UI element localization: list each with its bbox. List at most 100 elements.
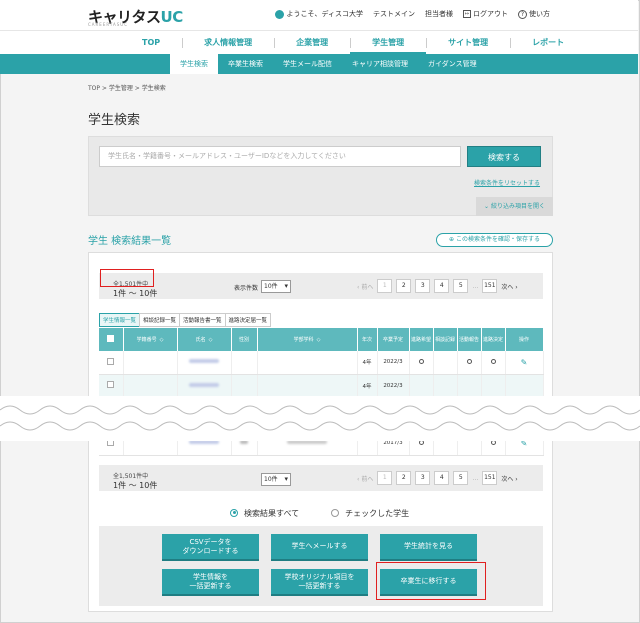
tab-career-decisions[interactable]: 進路決定届一覧 xyxy=(224,313,272,327)
grade-cell: 4年 xyxy=(357,374,378,398)
welcome-text: ようこそ、ディスコ大学 xyxy=(275,9,363,19)
header-user-area: ようこそ、ディスコ大学 テストメイン 担当者様 ↦ ログアウト ? 使い方 xyxy=(275,9,550,19)
prev-link[interactable]: ‹ 前へ xyxy=(357,282,373,291)
col-decision: 進路決定 xyxy=(481,328,506,351)
page-1[interactable]: 1 xyxy=(377,279,393,293)
sub-nav: 学生検索 卒業生検索 学生メール配信 キャリア相談管理 ガイダンス管理 xyxy=(0,54,638,74)
subnav-student-mail[interactable]: 学生メール配信 xyxy=(273,54,342,74)
page-2[interactable]: 2 xyxy=(396,279,412,293)
subnav-career-consult[interactable]: キャリア相談管理 xyxy=(342,54,418,74)
grade-cell: 4年 xyxy=(357,351,378,375)
decision-mark xyxy=(490,358,496,364)
select-all-checkbox[interactable] xyxy=(107,335,115,342)
range-text: 1件 ～ 10件 xyxy=(113,481,158,490)
page-5[interactable]: 5 xyxy=(453,471,469,485)
logout-link[interactable]: ↦ ログアウト xyxy=(463,9,508,19)
expand-filters-button[interactable]: ⌄ 絞り込み項目を開く xyxy=(476,197,553,216)
search-input[interactable]: 学生氏名・学籍番号・メールアドレス・ユーザーIDなどを入力してください xyxy=(99,146,461,167)
page-last[interactable]: 151 xyxy=(482,279,498,293)
nav-report[interactable]: レポート xyxy=(510,31,586,55)
chevron-down-icon: ⌄ xyxy=(484,203,491,210)
pager-top: ‹ 前へ 1 2 3 4 5 … 151 次へ › xyxy=(357,279,518,293)
ellipsis: … xyxy=(472,474,479,482)
page-title: 学生検索 xyxy=(88,113,141,128)
student-stats-button[interactable]: 学生統計を見る xyxy=(380,534,477,561)
logout-icon: ↦ xyxy=(463,10,471,18)
col-student-id[interactable]: 学籍番号 ◇ xyxy=(123,328,178,351)
mail-students-button[interactable]: 学生へメールする xyxy=(271,534,368,561)
range-text: 1件 ～ 10件 xyxy=(113,289,158,298)
tab-consult-records[interactable]: 相談記録一覧 xyxy=(139,313,181,327)
help-icon: ? xyxy=(518,9,527,19)
nav-company-management[interactable]: 企業管理 xyxy=(274,31,350,55)
page-size-select[interactable]: 10件 xyxy=(261,473,291,486)
radio-dot xyxy=(331,508,340,517)
reset-conditions-link[interactable]: 検索条件をリセットする xyxy=(474,178,540,187)
nav-student-management[interactable]: 学生管理 xyxy=(350,31,427,55)
page-last[interactable]: 151 xyxy=(482,471,498,485)
student-name[interactable] xyxy=(189,359,219,364)
page-1[interactable]: 1 xyxy=(377,471,393,485)
tab-student-info[interactable]: 学生情報一覧 xyxy=(99,313,141,327)
activity-mark xyxy=(466,358,472,364)
col-name[interactable]: 氏名 ◇ xyxy=(177,328,232,351)
total-count: 全1,501件中 xyxy=(113,473,149,480)
select-all-cell[interactable] xyxy=(99,328,124,351)
col-operation: 操作 xyxy=(505,328,544,351)
sort-icon: ◇ xyxy=(159,337,164,343)
highlight-box-graduate xyxy=(376,562,486,600)
breadcrumb: TOP > 学生管理 > 学生検索 xyxy=(88,85,166,92)
results-title: 学生 検索結果一覧 xyxy=(88,236,172,247)
page-3[interactable]: 3 xyxy=(415,471,431,485)
main-nav: TOP 求人情報管理 企業管理 学生管理 サイト管理 レポート xyxy=(0,30,638,55)
page-2[interactable]: 2 xyxy=(396,471,412,485)
col-grade[interactable]: 年次 xyxy=(357,328,378,351)
prev-link[interactable]: ‹ 前へ xyxy=(357,474,373,483)
col-grad-date[interactable]: 卒業予定 xyxy=(377,328,410,351)
sort-icon: ◇ xyxy=(316,337,321,343)
edit-icon[interactable]: ✎ xyxy=(521,358,528,367)
page-4[interactable]: 4 xyxy=(434,279,450,293)
row-checkbox[interactable] xyxy=(107,381,115,388)
tab-activity-reports[interactable]: 活動報告書一覧 xyxy=(179,313,226,327)
pager-bottom: ‹ 前へ 1 2 3 4 5 … 151 次へ › xyxy=(357,471,518,485)
pagination-bar-top: 全1,501件中 1件 ～ 10件 表示件数 10件 ‹ 前へ 1 2 3 4 … xyxy=(99,269,543,299)
page-break-wave xyxy=(0,396,640,441)
row-checkbox[interactable] xyxy=(107,357,115,365)
nav-top[interactable]: TOP xyxy=(120,31,182,55)
col-gender: 性別 xyxy=(231,328,258,351)
school-items-update-button[interactable]: 学校オリジナル項目を 一括更新する xyxy=(271,569,368,596)
table-row: 4年 2022/3 xyxy=(99,374,544,398)
subnav-graduate-search[interactable]: 卒業生検索 xyxy=(218,54,273,74)
page-3[interactable]: 3 xyxy=(415,279,431,293)
search-panel: 学生氏名・学籍番号・メールアドレス・ユーザーIDなどを入力してください 検索する… xyxy=(88,136,553,216)
nav-job-management[interactable]: 求人情報管理 xyxy=(182,31,274,55)
page-5[interactable]: 5 xyxy=(453,279,469,293)
bulk-update-button[interactable]: 学生情報を 一括更新する xyxy=(162,569,259,596)
radio-all-results[interactable]: 検索結果すべて xyxy=(230,508,299,519)
col-activity: 活動報告 xyxy=(457,328,482,351)
help-link[interactable]: ? 使い方 xyxy=(518,9,550,19)
confirm-save-conditions-button[interactable]: ⊕ この検索条件を確認・保存する xyxy=(436,233,553,247)
next-link[interactable]: 次へ › xyxy=(501,474,517,483)
radio-dot-selected xyxy=(230,508,238,517)
user-name: テストメイン xyxy=(373,10,415,18)
app-header: キャリタスUC CAREERTASUC ようこそ、ディスコ大学 テストメイン 担… xyxy=(0,0,638,30)
pagination-bar-bottom: 全1,501件中 1件 ～ 10件 10件 ‹ 前へ 1 2 3 4 5 … 1… xyxy=(99,465,543,491)
search-button[interactable]: 検索する xyxy=(467,146,541,167)
table-row: 4年 2022/3 ✎ xyxy=(99,351,544,375)
results-table: 学籍番号 ◇ 氏名 ◇ 性別 学部学科 ◇ 年次 卒業予定 進路希望 相談記録 活動報… xyxy=(99,328,544,398)
page-size-select[interactable]: 10件 xyxy=(261,280,291,293)
subnav-guidance[interactable]: ガイダンス管理 xyxy=(418,54,487,74)
csv-download-button[interactable]: CSVデータを ダウンロードする xyxy=(162,534,259,561)
next-link[interactable]: 次へ › xyxy=(501,282,517,291)
nav-site-management[interactable]: サイト管理 xyxy=(426,31,510,55)
list-tabs: 学生情報一覧 相談記録一覧 活動報告書一覧 進路決定届一覧 xyxy=(99,313,272,327)
page-4[interactable]: 4 xyxy=(434,471,450,485)
grad-date-cell: 2022/3 xyxy=(377,374,410,398)
subnav-student-search[interactable]: 学生検索 xyxy=(170,54,218,74)
radio-checked-students[interactable]: チェックした学生 xyxy=(331,508,409,519)
sort-icon: ◇ xyxy=(208,337,213,343)
col-faculty[interactable]: 学部学科 ◇ xyxy=(257,328,358,351)
student-name[interactable] xyxy=(189,382,219,387)
